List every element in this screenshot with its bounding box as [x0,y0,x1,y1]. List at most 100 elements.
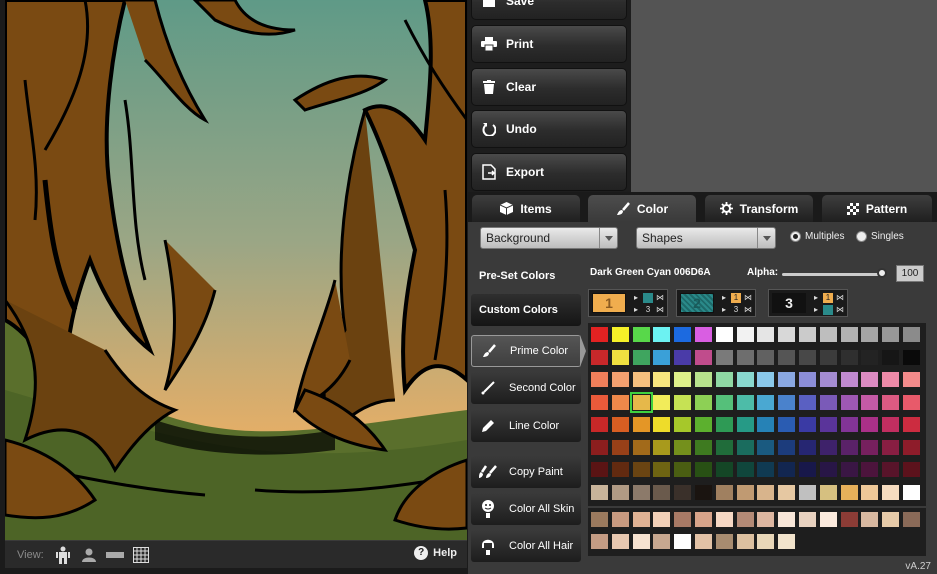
color-swatch[interactable] [840,349,858,365]
color-swatch[interactable] [778,327,796,342]
color-swatch[interactable] [715,439,733,455]
multiples-radio[interactable]: Multiples [790,231,844,242]
color-swatch[interactable] [591,349,608,365]
alpha-value-input[interactable]: 100 [896,265,924,282]
help-button[interactable]: ? Help [414,546,457,560]
color-swatch[interactable] [861,512,879,527]
color-swatch[interactable] [674,327,692,342]
clear-button[interactable]: Clear [471,68,627,106]
color-swatch[interactable] [757,394,775,410]
color-swatch[interactable] [861,372,879,387]
slot-1-swatch[interactable]: 1 [592,293,626,313]
copy-paint-item[interactable]: Copy Paint [471,456,581,488]
color-swatch[interactable] [653,484,671,500]
color-swatch[interactable] [591,372,608,387]
color-swatch[interactable] [591,394,608,410]
color-swatch[interactable] [674,462,692,477]
color-swatch[interactable] [695,372,712,387]
color-swatch[interactable] [715,512,733,527]
slot-2-mini-label[interactable]: 1 [731,293,741,303]
color-swatch[interactable] [819,349,837,365]
artwork-canvas[interactable] [5,0,467,540]
color-swatch[interactable] [611,394,629,410]
color-swatch[interactable] [819,512,837,527]
swap-icon[interactable]: ⋈ [743,293,753,303]
color-swatch[interactable] [861,439,879,455]
alpha-slider-handle[interactable] [877,268,887,278]
color-swatch[interactable] [799,394,816,410]
color-swatch[interactable] [840,394,858,410]
color-swatch[interactable] [695,462,712,477]
color-swatch[interactable] [611,417,629,432]
color-swatch[interactable] [757,327,775,342]
color-swatch[interactable] [674,484,692,500]
color-swatch[interactable] [653,417,671,432]
color-swatch[interactable] [882,349,900,365]
color-swatch[interactable] [819,484,837,500]
color-swatch[interactable] [882,372,900,387]
print-button[interactable]: Print [471,25,627,63]
color-swatch[interactable] [632,327,650,342]
color-swatch[interactable] [736,534,754,549]
swap-icon[interactable]: ⋈ [835,293,845,303]
color-swatch[interactable] [757,462,775,477]
color-swatch[interactable] [778,462,796,477]
shape-type-select[interactable]: Shapes [636,227,776,249]
color-swatch[interactable] [903,462,920,477]
slot-3-mini-label[interactable]: 1 [823,293,833,303]
color-swatch[interactable] [819,439,837,455]
color-swatch[interactable] [653,394,671,410]
color-swatch[interactable] [799,484,816,500]
color-slot-3[interactable]: 3 ▸ 1 ⋈ ▸ ⋈ [768,289,848,317]
color-swatch[interactable] [632,349,650,365]
tab-transform[interactable]: Transform [705,195,813,222]
color-swatch[interactable] [757,349,775,365]
alpha-slider[interactable] [782,273,886,276]
arrow-right-icon[interactable]: ▸ [811,305,821,315]
color-swatch[interactable] [632,417,650,432]
color-swatch[interactable] [632,462,650,477]
custom-colors-item[interactable]: Custom Colors [471,294,581,326]
color-swatch[interactable] [611,512,629,527]
color-swatch[interactable] [653,512,671,527]
color-swatch[interactable] [736,484,754,500]
color-swatch[interactable] [861,417,879,432]
color-swatch[interactable] [653,534,671,549]
tab-items[interactable]: Items [472,195,580,222]
color-swatch[interactable] [778,534,796,549]
color-swatch[interactable] [695,534,712,549]
grid-view-icon[interactable] [132,546,150,564]
color-swatch[interactable] [861,327,879,342]
color-swatch[interactable] [903,327,920,342]
color-all-hair-item[interactable]: Color All Hair [471,530,581,562]
color-swatch[interactable] [653,349,671,365]
arrow-right-icon[interactable]: ▸ [811,293,821,303]
color-swatch[interactable] [695,349,712,365]
full-body-view-icon[interactable] [54,546,72,564]
export-button[interactable]: Export [471,153,627,191]
color-swatch[interactable] [778,394,796,410]
color-swatch[interactable] [778,484,796,500]
swap-icon[interactable]: ⋈ [655,293,665,303]
color-swatch[interactable] [611,327,629,342]
color-swatch[interactable] [861,394,879,410]
color-swatch[interactable] [903,394,920,410]
color-swatch[interactable] [840,327,858,342]
color-swatch[interactable] [674,394,692,410]
color-swatch[interactable] [799,512,816,527]
color-swatch[interactable] [840,512,858,527]
color-swatch[interactable] [674,372,692,387]
color-swatch[interactable] [736,372,754,387]
color-swatch[interactable] [695,327,712,342]
color-swatch[interactable] [715,372,733,387]
slot-1-mini-label[interactable]: 3 [643,305,653,315]
color-swatch[interactable] [799,327,816,342]
slot-2-swatch[interactable]: 2 [680,293,714,313]
color-swatch[interactable] [715,484,733,500]
swap-icon[interactable]: ⋈ [655,305,665,315]
color-swatch[interactable] [674,512,692,527]
preset-colors-item[interactable]: Pre-Set Colors [471,260,581,292]
color-swatch[interactable] [674,439,692,455]
color-swatch[interactable] [611,372,629,387]
color-swatch[interactable] [819,372,837,387]
